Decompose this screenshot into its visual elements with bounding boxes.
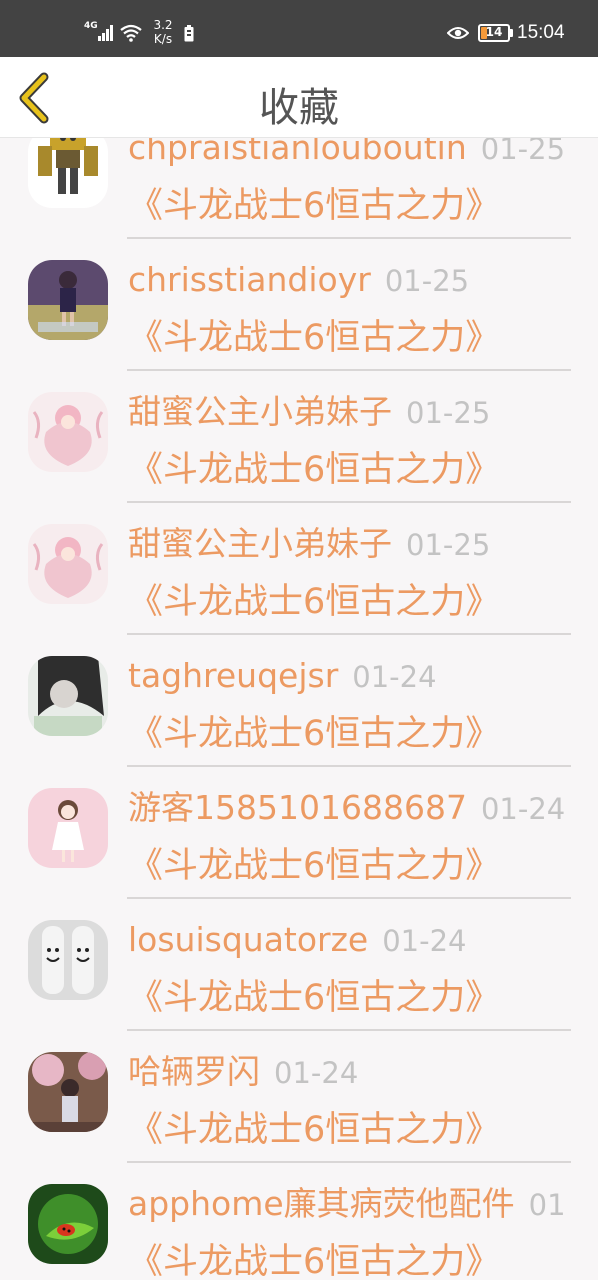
item-username: 游客1585101688687 (128, 788, 467, 827)
item-title: 《斗龙战士6恒古之力》 (128, 318, 501, 358)
smiley-fingers-avatar (28, 920, 108, 1000)
favorites-list[interactable]: chpraistianlouboutin 01-25 《斗龙战士6恒古之力》 ch… (0, 138, 598, 1280)
item-title: 《斗龙战士6恒古之力》 (128, 1242, 501, 1280)
nav-bar: 收藏 (0, 57, 598, 138)
item-user: apphome廉其病荧他配件 01 (128, 1184, 566, 1225)
clock: 15:04 (517, 22, 565, 43)
item-title: 《斗龙战士6恒古之力》 (128, 450, 501, 490)
item-user: 甜蜜公主小弟妹子 01-25 (128, 524, 490, 565)
item-username: 哈辆罗闪 (128, 1052, 260, 1091)
item-date: 01-24 (352, 660, 437, 694)
item-date: 01-24 (480, 792, 566, 826)
network-speed-unit: K/s (153, 32, 173, 46)
blossom-girl-avatar (28, 1052, 108, 1132)
network-speed: 3.2 K/s (150, 18, 176, 46)
item-title: 《斗龙战士6恒古之力》 (128, 1110, 501, 1150)
item-date: 01-24 (382, 924, 467, 958)
item-username: apphome廉其病荧他配件 (128, 1184, 515, 1223)
item-user: 游客1585101688687 01-24 (128, 788, 565, 829)
item-date: 01-24 (274, 1056, 359, 1090)
anime-girl-avatar (28, 524, 108, 604)
item-date: 01-25 (384, 264, 470, 298)
item-date: 01-25 (406, 528, 491, 562)
status-bar: 4G 3.2 K/s 14 15:04 (0, 0, 598, 57)
item-username: chpraistianlouboutin (128, 138, 467, 167)
item-user: chrisstiandioyr 01-25 (128, 260, 469, 301)
item-date: 01 (528, 1188, 566, 1222)
girl-photo-avatar (28, 260, 108, 340)
bw-girl-avatar (28, 656, 108, 736)
list-item[interactable]: 哈辆罗闪 01-24 《斗龙战士6恒古之力》 (0, 1030, 598, 1163)
ladybug-leaf-avatar (28, 1184, 108, 1264)
list-item[interactable]: 游客1585101688687 01-24 《斗龙战士6恒古之力》 (0, 766, 598, 899)
item-title: 《斗龙战士6恒古之力》 (128, 846, 501, 886)
item-user: 哈辆罗闪 01-24 (128, 1052, 358, 1093)
list-item[interactable]: chpraistianlouboutin 01-25 《斗龙战士6恒古之力》 (0, 138, 598, 239)
item-user: losuisquatorze 01-24 (128, 920, 467, 961)
page-title: 收藏 (259, 85, 339, 131)
wifi-icon (120, 24, 142, 42)
list-item[interactable]: 甜蜜公主小弟妹子 01-25 《斗龙战士6恒古之力》 (0, 370, 598, 503)
item-user: chpraistianlouboutin 01-25 (128, 138, 565, 169)
item-title: 《斗龙战士6恒古之力》 (128, 714, 501, 754)
favorites-list-content: chpraistianlouboutin 01-25 《斗龙战士6恒古之力》 ch… (0, 138, 598, 1280)
signal-icon (98, 25, 113, 41)
item-date: 01-25 (480, 138, 566, 166)
anime-girl-avatar (28, 392, 108, 472)
item-title: 《斗龙战士6恒古之力》 (128, 186, 501, 226)
item-title: 《斗龙战士6恒古之力》 (128, 978, 501, 1018)
eye-icon (447, 27, 469, 39)
list-item[interactable]: 甜蜜公主小弟妹子 01-25 《斗龙战士6恒古之力》 (0, 502, 598, 635)
list-item[interactable]: losuisquatorze 01-24 《斗龙战士6恒古之力》 (0, 898, 598, 1031)
item-date: 01-25 (406, 396, 491, 430)
list-item[interactable]: taghreuqejsr 01-24 《斗龙战士6恒古之力》 (0, 634, 598, 767)
list-item[interactable]: chrisstiandioyr 01-25 《斗龙战士6恒古之力》 (0, 238, 598, 371)
item-username: taghreuqejsr (128, 656, 339, 695)
item-username: 甜蜜公主小弟妹子 (128, 392, 392, 431)
cartoon-girl-avatar (28, 788, 108, 868)
item-title: 《斗龙战士6恒古之力》 (128, 582, 501, 622)
battery-icon: 14 (478, 24, 510, 42)
item-user: taghreuqejsr 01-24 (128, 656, 437, 697)
item-username: 甜蜜公主小弟妹子 (128, 524, 392, 563)
battery-tip (510, 29, 513, 37)
robot-avatar (28, 138, 108, 208)
item-user: 甜蜜公主小弟妹子 01-25 (128, 392, 490, 433)
list-item[interactable]: apphome廉其病荧他配件 01 《斗龙战士6恒古之力》 (0, 1162, 598, 1280)
battery-level: 14 (485, 25, 503, 39)
network-speed-value: 3.2 (153, 18, 173, 32)
item-username: chrisstiandioyr (128, 260, 371, 299)
battery-saver-icon (184, 25, 194, 42)
item-username: losuisquatorze (128, 920, 369, 959)
